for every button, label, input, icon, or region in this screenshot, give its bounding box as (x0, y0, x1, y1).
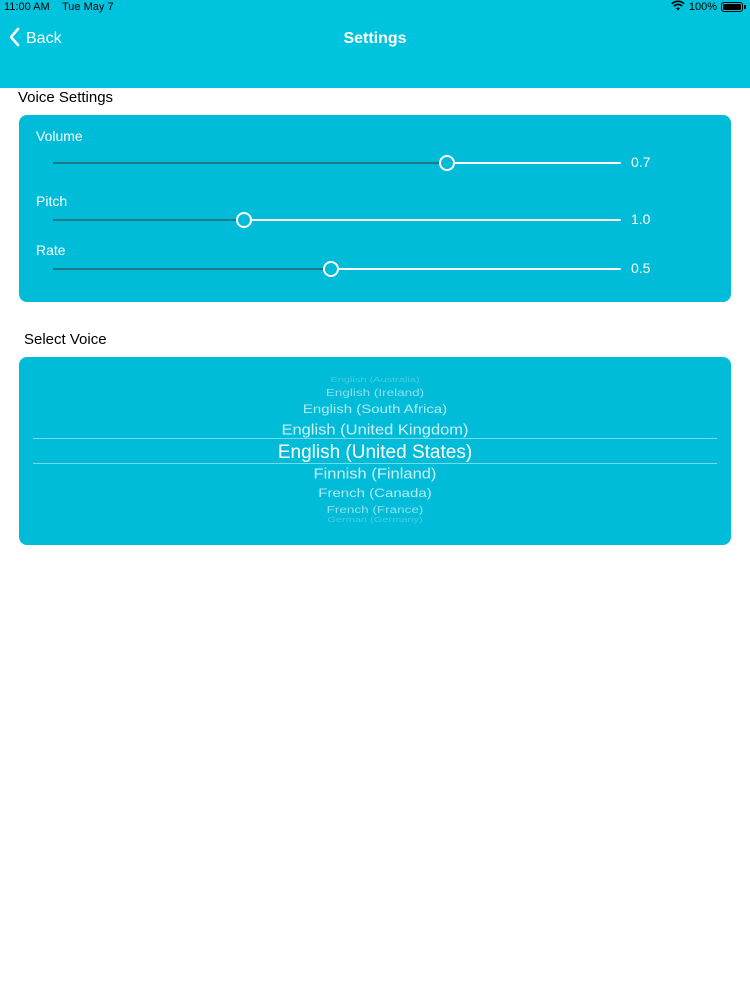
volume-label: Volume (36, 128, 83, 144)
picker-option[interactable]: English (Ireland) (19, 387, 731, 398)
picker-option[interactable]: English (United Kingdom) (19, 422, 731, 439)
slider-thumb[interactable] (438, 155, 455, 171)
status-time: 11:00 AM (4, 1, 50, 13)
pitch-value: 1.0 (631, 211, 651, 227)
volume-value: 0.7 (631, 154, 651, 170)
slider-thumb[interactable] (236, 212, 253, 228)
slider-thumb[interactable] (323, 261, 340, 277)
navigation-bar: 11:00 AM Tue May 7 100% Back Settings (0, 0, 750, 88)
battery-percent: 100% (688, 1, 717, 13)
slider-fill (53, 268, 332, 270)
volume-slider[interactable] (53, 153, 621, 173)
battery-tip-icon (744, 5, 746, 9)
slider-fill (53, 162, 447, 164)
status-indicators: 100% (671, 0, 746, 14)
slider-fill (53, 219, 245, 221)
rate-slider[interactable] (53, 259, 621, 279)
picker-option[interactable]: French (Canada) (19, 487, 731, 501)
page-title: Settings (343, 30, 407, 47)
voice-picker[interactable]: English (Australia) English (Ireland) Engl… (19, 357, 731, 545)
rate-value: 0.5 (631, 260, 651, 276)
pitch-label: Pitch (36, 193, 68, 209)
rate-label: Rate (36, 242, 66, 258)
picker-option[interactable]: English (Australia) (19, 376, 731, 384)
picker-option[interactable]: Finnish (Finland) (19, 466, 731, 483)
picker-option[interactable]: English (South Africa) (19, 403, 731, 417)
voice-settings-heading: Voice Settings (18, 89, 114, 106)
picker-option[interactable]: German (Germany) (19, 516, 731, 524)
select-voice-heading: Select Voice (24, 331, 107, 348)
status-date: Tue May 7 (62, 1, 114, 13)
voice-settings-card: Volume 0.7 Pitch 1.0 Rate 0.5 (19, 115, 731, 302)
battery-icon (721, 2, 743, 12)
picker-option[interactable]: French (France) (19, 504, 731, 515)
pitch-slider[interactable] (53, 210, 621, 230)
wifi-icon (671, 0, 685, 14)
picker-option-selected[interactable]: English (United States) (19, 442, 731, 464)
